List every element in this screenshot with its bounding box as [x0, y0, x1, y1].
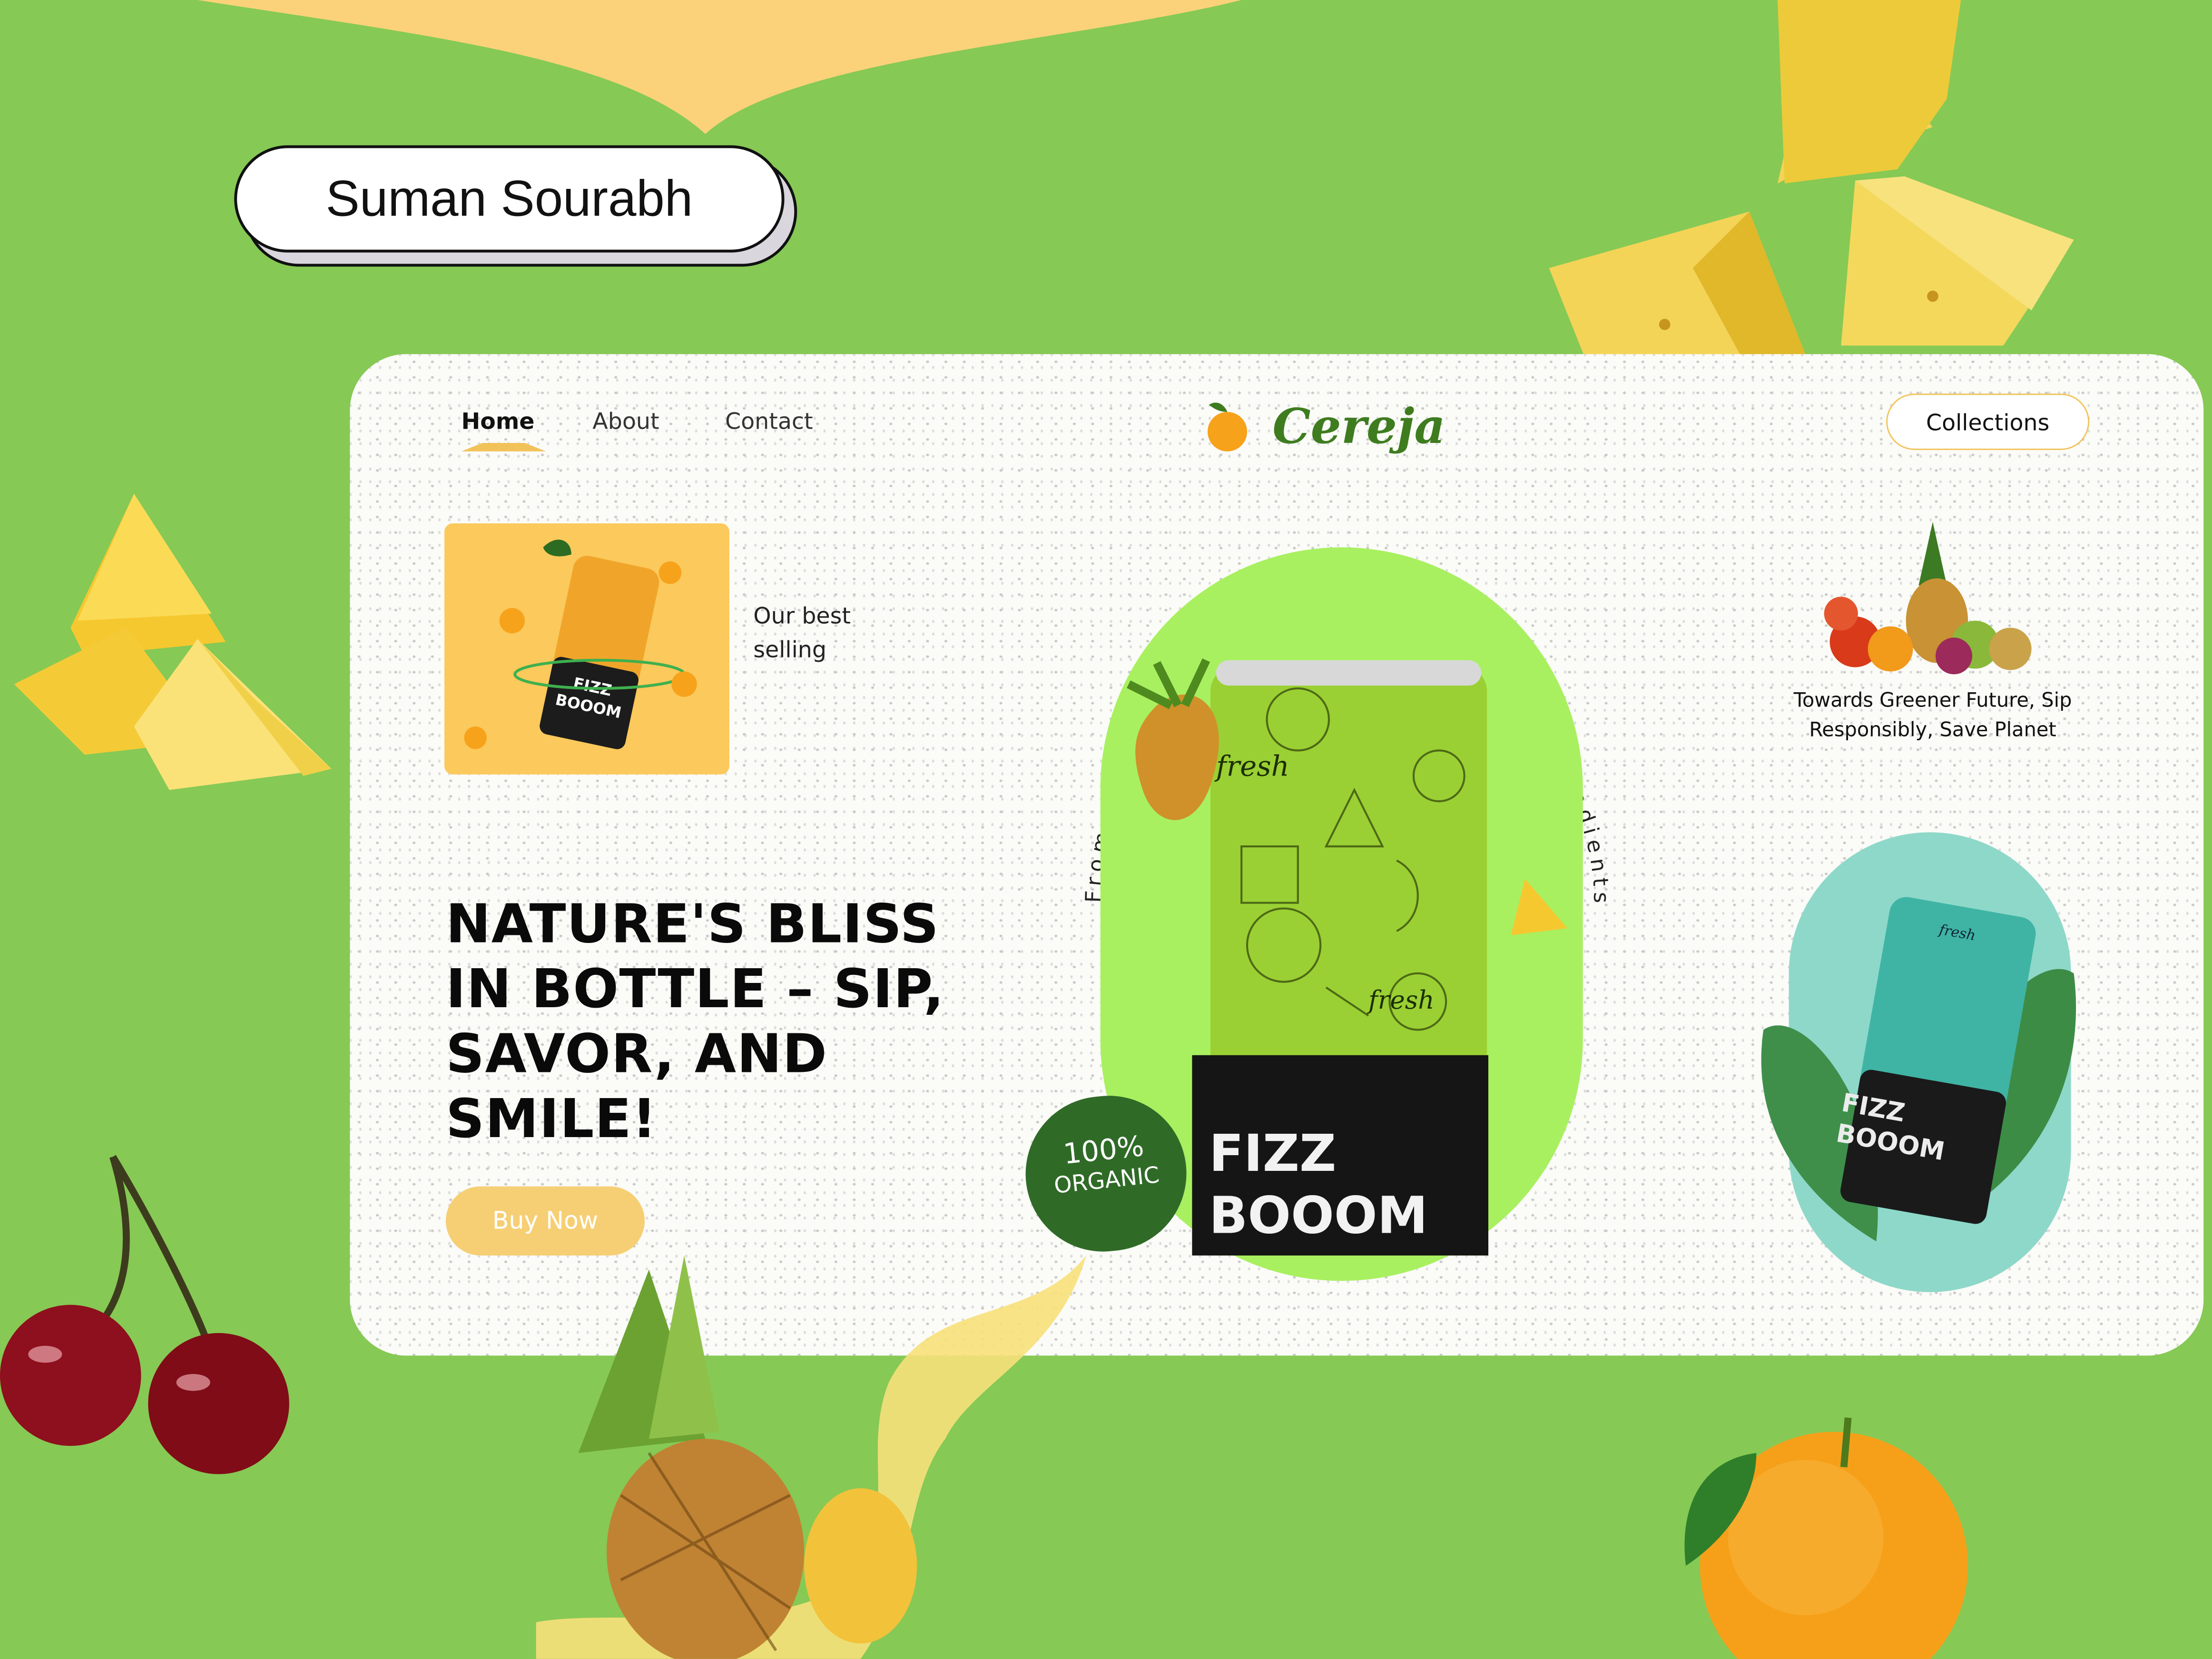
hero-can-brand-line1: FIZZ [1209, 1126, 1337, 1184]
can-fresh-tag-2: fresh [1367, 985, 1435, 1015]
sustainability-tagline: Towards Greener Future, Sip Responsibly,… [1793, 689, 2072, 742]
best-selling-label: Our best selling [753, 602, 851, 663]
juice-splash-icon [536, 1255, 1087, 1659]
designer-name: Suman Sourabh [325, 169, 693, 227]
best-selling-can-image: FIZZ BOOOM [464, 540, 697, 749]
cherry-icon [0, 1155, 289, 1474]
mint-can-image: fresh [1761, 897, 2076, 1242]
fruit-pile-icon [1824, 522, 2032, 675]
collections-button[interactable]: Collections [1886, 393, 2090, 450]
nav-about[interactable]: About [592, 408, 659, 434]
designer-name-badge: Suman Sourabh [234, 145, 785, 253]
orange-logo-icon [1208, 402, 1248, 452]
can-fresh-tag: fresh [1214, 750, 1289, 783]
brand-name: Cereja [1272, 399, 1445, 456]
hero-can-brand: FIZZ BOOOM [1209, 1124, 1428, 1248]
active-nav-indicator [461, 443, 546, 452]
nav-contact[interactable]: Contact [725, 408, 813, 434]
nav-home[interactable]: Home [462, 408, 535, 434]
orange-icon [1684, 1417, 1968, 1659]
hero-can-brand-line2: BOOOM [1209, 1188, 1428, 1246]
pineapple-wedge-icon [14, 493, 332, 790]
pineapple-piece-icon [1511, 879, 1568, 935]
